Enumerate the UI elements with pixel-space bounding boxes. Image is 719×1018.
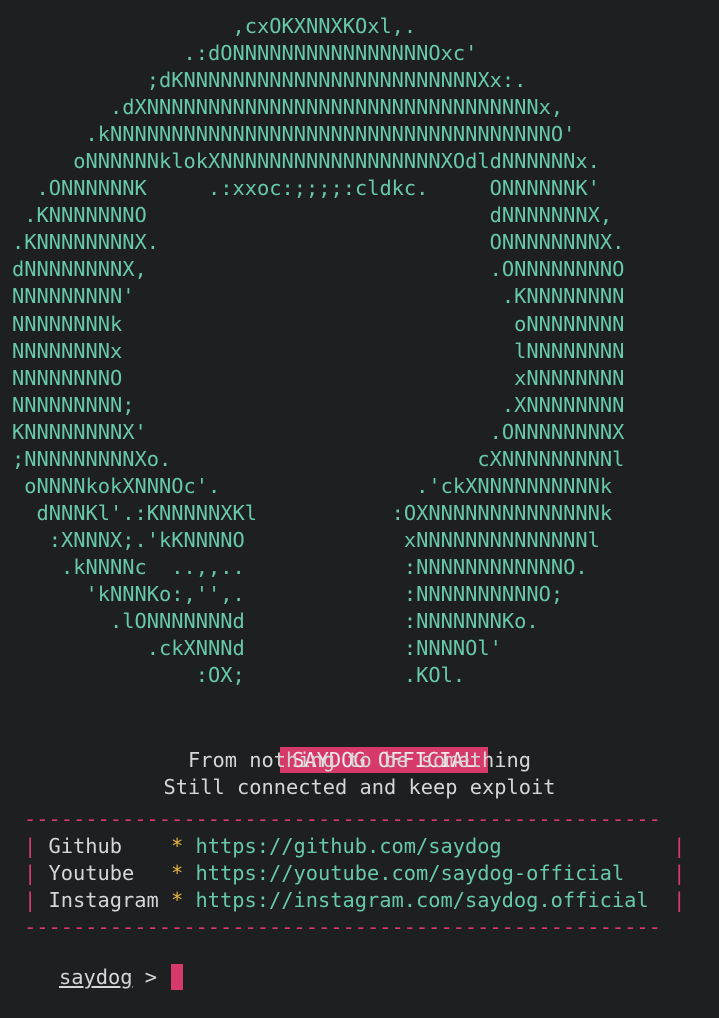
ascii-logo-line: .KNNNNNNNO dNNNNNNNX, [12, 203, 613, 228]
prompt-symbol: > [144, 965, 157, 989]
prompt-user: saydog [59, 965, 133, 989]
ascii-logo-line: oNNNNNNklokXNNNNNNNNNNNNNNNNNNXOdldNNNNN… [12, 149, 600, 174]
ascii-logo-line: .ckXNNNd :NNNNOl' [12, 636, 502, 661]
banner-tagline-2: Still connected and keep exploit [163, 775, 556, 799]
ascii-logo-line: oNNNNkokXNNNOc'. .'ckXNNNNNNNNNNk [12, 473, 613, 498]
ascii-logo-line: :OX; .KOl. [12, 663, 466, 688]
ascii-logo-line: .kNNNNc ..,,.. :NNNNNNNNNNNNO. [12, 554, 588, 579]
ascii-logo-line: .kNNNNNNNNNNNNNNNNNNNNNNNNNNNNNNNNNNNNO' [12, 122, 576, 147]
ascii-logo-line: ;dKNNNNNNNNNNNNNNNNNNNNNNNNXx:. [12, 68, 527, 93]
ascii-logo-line: NNNNNNNNN; .XNNNNNNNN [12, 392, 625, 417]
box-left-pipe: | [24, 861, 37, 886]
box-right-pipe: | [673, 861, 686, 886]
saydog-ascii-logo: ,cxOKXNNXKOxl,. .:dONNNNNNNNNNNNNNNNOxc'… [12, 13, 624, 689]
links-box: ----------------------------------------… [24, 806, 685, 941]
box-right-pipe: | [673, 888, 686, 913]
ascii-logo-line: ;NNNNNNNNNXo. cXNNNNNNNNNl [12, 446, 625, 471]
bullet-star-icon: * [170, 888, 184, 913]
bullet-star-icon: * [170, 861, 184, 886]
banner-tagline-1: From nothing to be something [188, 748, 531, 772]
ascii-logo-line: .lONNNNNNNd :NNNNNNNKo. [12, 609, 539, 634]
link-url-instagram[interactable]: https://instagram.com/saydog.official [195, 888, 673, 912]
bullet-star-icon: * [170, 834, 184, 859]
ascii-logo-line: NNNNNNNNk oNNNNNNNN [12, 311, 625, 336]
ascii-logo-line: .dXNNNNNNNNNNNNNNNNNNNNNNNNNNNNNNNNx, [12, 95, 564, 120]
link-url-github[interactable]: https://github.com/saydog [195, 834, 673, 858]
link-label-github: Github [48, 834, 159, 859]
link-url-youtube[interactable]: https://youtube.com/saydog-official [195, 861, 673, 885]
banner-title-line: SAYDOG OFFICIAL [0, 720, 719, 773]
ascii-logo-line: NNNNNNNNO xNNNNNNNN [12, 365, 625, 390]
ascii-logo-line: .ONNNNNNK .:xxoc:;;;;:cldkc. ONNNNNNK' [12, 176, 600, 201]
link-label-youtube: Youtube [48, 861, 159, 886]
ascii-logo-line: dNNNNNNNNX, .ONNNNNNNNO [12, 257, 625, 282]
command-prompt[interactable]: saydog > [10, 937, 184, 1018]
ascii-logo-line: dNNNKl'.:KNNNNNXKl :OXNNNNNNNNNNNNNNk [12, 500, 613, 525]
box-bottom-border: ----------------------------------------… [24, 915, 661, 940]
box-left-pipe: | [24, 834, 37, 859]
ascii-logo-line: 'kNNNKo:,'',. :NNNNNNNNNNO; [12, 581, 564, 606]
ascii-logo-line: ,cxOKXNNXKOxl,. [12, 14, 417, 38]
box-top-border: ----------------------------------------… [24, 807, 661, 831]
box-left-pipe: | [24, 888, 37, 913]
text-cursor[interactable] [171, 964, 184, 990]
ascii-logo-line: .KNNNNNNNNX. ONNNNNNNNX. [12, 230, 625, 255]
ascii-logo-line: NNNNNNNNx lNNNNNNNN [12, 338, 625, 363]
ascii-logo-line: NNNNNNNNN' .KNNNNNNNN [12, 284, 625, 309]
link-label-instagram: Instagram [48, 888, 159, 913]
box-right-pipe: | [673, 834, 686, 859]
ascii-logo-line: KNNNNNNNNX' .ONNNNNNNNX [12, 419, 625, 444]
ascii-logo-line: :XNNNX;.'kKNNNNO xNNNNNNNNNNNNNNl [12, 527, 600, 552]
terminal-window[interactable]: ,cxOKXNNXKOxl,. .:dONNNNNNNNNNNNNNNNOxc'… [0, 0, 719, 990]
ascii-logo-line: .:dONNNNNNNNNNNNNNNNOxc' [12, 41, 478, 66]
